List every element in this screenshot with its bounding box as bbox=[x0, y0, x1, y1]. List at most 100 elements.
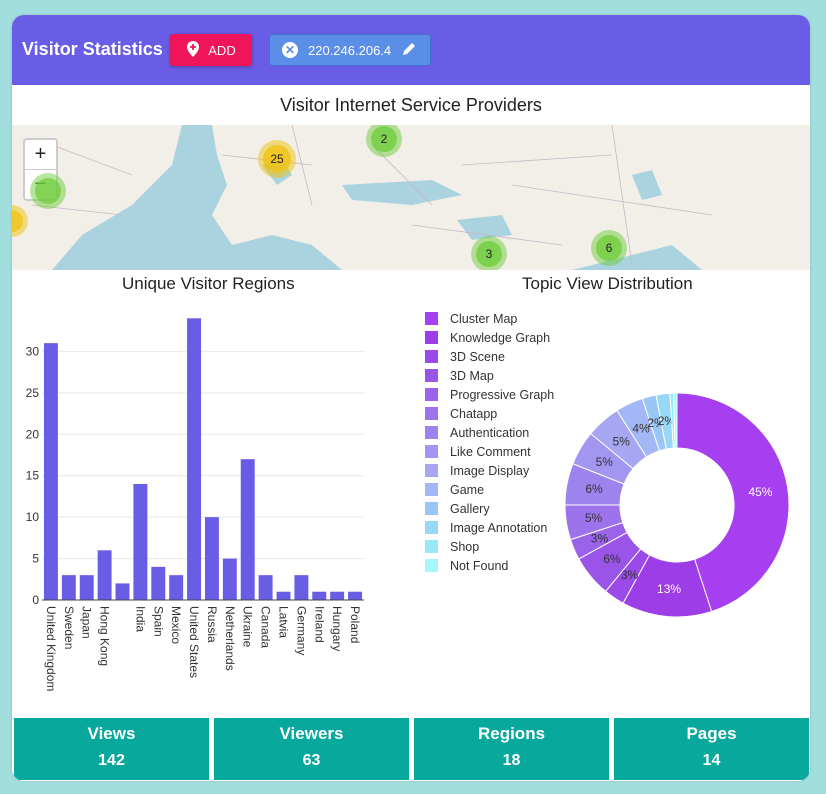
cluster-label-3: 3 bbox=[486, 247, 493, 261]
legend-label: Gallery bbox=[450, 502, 490, 516]
x-tick-label: Spain bbox=[151, 606, 165, 637]
legend-label: Game bbox=[450, 483, 485, 497]
legend-swatch bbox=[425, 521, 438, 534]
x-tick-label: Russia bbox=[205, 606, 219, 643]
stat-pages: Pages 14 bbox=[614, 718, 809, 780]
stat-label: Viewers bbox=[279, 724, 344, 743]
donut-slice-label: 13% bbox=[657, 582, 681, 596]
cluster-label-25: 25 bbox=[270, 152, 284, 166]
bar[interactable] bbox=[97, 550, 112, 600]
bar-chart: 0 5 10 15 20 25 30 United Kingdom Sweden Japan Hon… bbox=[26, 318, 364, 691]
x-tick-label: United States bbox=[187, 606, 201, 678]
stat-regions: Regions 18 bbox=[414, 718, 609, 780]
legend-item[interactable]: 3D Map bbox=[425, 369, 494, 383]
donut-slice-label: 6% bbox=[585, 482, 603, 496]
y-tick-label: 15 bbox=[26, 469, 40, 483]
legend-label: Authentication bbox=[450, 426, 530, 440]
donut-chart-title: Topic View Distribution bbox=[522, 274, 693, 293]
map-cluster-2[interactable]: 2 bbox=[366, 125, 402, 157]
map-cluster-25[interactable]: 25 bbox=[258, 140, 296, 178]
add-button[interactable]: ADD bbox=[170, 34, 252, 66]
world-map[interactable]: + − 25 2 bbox=[12, 125, 810, 270]
legend-swatch bbox=[425, 464, 438, 477]
bar[interactable] bbox=[79, 575, 94, 600]
legend-item[interactable]: Progressive Graph bbox=[425, 388, 554, 402]
y-tick-label: 30 bbox=[26, 344, 40, 358]
legend-item[interactable]: 3D Scene bbox=[425, 350, 505, 364]
legend-item[interactable]: Chatapp bbox=[425, 407, 497, 421]
add-button-label: ADD bbox=[208, 42, 236, 58]
legend-label: Like Comment bbox=[450, 445, 531, 459]
legend-swatch bbox=[425, 350, 438, 363]
legend-label: Image Annotation bbox=[450, 521, 548, 535]
bar[interactable] bbox=[151, 566, 166, 600]
x-tick-label: Mexico bbox=[169, 606, 183, 644]
legend-swatch bbox=[425, 426, 438, 439]
legend-item[interactable]: Knowledge Graph bbox=[425, 331, 550, 345]
legend-swatch bbox=[425, 369, 438, 382]
bar[interactable] bbox=[312, 591, 327, 600]
donut-chart: 45%13%3%6%3%5%6%5%5%4%2%2% bbox=[564, 392, 790, 618]
bar[interactable] bbox=[133, 484, 148, 600]
ip-chip[interactable]: ✕ 220.246.206.4 bbox=[269, 34, 431, 66]
bar[interactable] bbox=[61, 575, 76, 600]
x-tick-label: Poland bbox=[348, 606, 362, 643]
legend-item[interactable]: Game bbox=[425, 483, 484, 497]
legend-item[interactable]: Image Annotation bbox=[425, 521, 547, 535]
legend-swatch bbox=[425, 559, 438, 572]
legend-label: Shop bbox=[450, 540, 480, 554]
x-tick-label: Canada bbox=[259, 606, 273, 648]
legend-label: Not Found bbox=[450, 559, 509, 573]
map-cluster-6[interactable]: 6 bbox=[591, 230, 627, 266]
map-cluster-partial-left[interactable] bbox=[30, 173, 66, 209]
legend-item[interactable]: Not Found bbox=[425, 559, 508, 573]
bar[interactable] bbox=[187, 318, 202, 600]
bar[interactable] bbox=[348, 591, 363, 600]
stat-viewers: Viewers 63 bbox=[214, 718, 409, 780]
bar[interactable] bbox=[294, 575, 309, 600]
map-cluster-partial-edge[interactable] bbox=[12, 205, 28, 237]
edit-pencil-icon[interactable] bbox=[401, 41, 417, 60]
cluster-label-6: 6 bbox=[606, 241, 613, 255]
x-tick-label: Hong Kong bbox=[98, 606, 112, 666]
stat-views: Views 142 bbox=[14, 718, 209, 780]
bar[interactable] bbox=[43, 343, 58, 600]
legend-item[interactable]: Cluster Map bbox=[425, 312, 517, 326]
legend-item[interactable]: Gallery bbox=[425, 502, 490, 516]
donut-slice-label: 6% bbox=[603, 552, 621, 566]
legend-swatch bbox=[425, 388, 438, 401]
legend-swatch bbox=[425, 331, 438, 344]
bar[interactable] bbox=[115, 583, 130, 600]
stat-value: 18 bbox=[502, 752, 521, 769]
bar[interactable] bbox=[204, 517, 219, 600]
legend-label: Cluster Map bbox=[450, 312, 518, 326]
legend-item[interactable]: Like Comment bbox=[425, 445, 531, 459]
visitor-statistics-panel: Visitor Statistics ADD ✕ 220.246.206.4 V… bbox=[12, 15, 810, 781]
stat-value: 14 bbox=[702, 752, 721, 769]
x-tick-label: Netherlands bbox=[223, 606, 237, 671]
donut-slice-label: 5% bbox=[612, 435, 630, 449]
bar[interactable] bbox=[276, 591, 291, 600]
bar[interactable] bbox=[240, 459, 255, 600]
legend-label: 3D Map bbox=[450, 369, 494, 383]
x-tick-label: Ukraine bbox=[241, 606, 255, 648]
stat-label: Pages bbox=[686, 724, 737, 743]
donut-slice-label: 5% bbox=[585, 511, 603, 525]
bar-chart-title: Unique Visitor Regions bbox=[122, 274, 295, 293]
bar[interactable] bbox=[258, 575, 273, 600]
stat-label: Views bbox=[87, 724, 136, 743]
legend-swatch bbox=[425, 407, 438, 420]
map-clusters: 25 2 3 6 bbox=[12, 125, 627, 270]
bar[interactable] bbox=[330, 591, 345, 600]
map-cluster-3[interactable]: 3 bbox=[471, 236, 507, 270]
legend-label: Progressive Graph bbox=[450, 388, 555, 402]
stat-value: 63 bbox=[302, 752, 321, 769]
legend-item[interactable]: Image Display bbox=[425, 464, 529, 478]
legend-item[interactable]: Authentication bbox=[425, 426, 529, 440]
bar[interactable] bbox=[222, 558, 237, 600]
stats-row: Views 142 Viewers 63 Regions 18 Pages 14 bbox=[14, 718, 809, 780]
legend-item[interactable]: Shop bbox=[425, 540, 479, 554]
close-icon[interactable]: ✕ bbox=[282, 42, 298, 58]
x-tick-label: Japan bbox=[80, 606, 94, 639]
bar[interactable] bbox=[169, 575, 184, 600]
